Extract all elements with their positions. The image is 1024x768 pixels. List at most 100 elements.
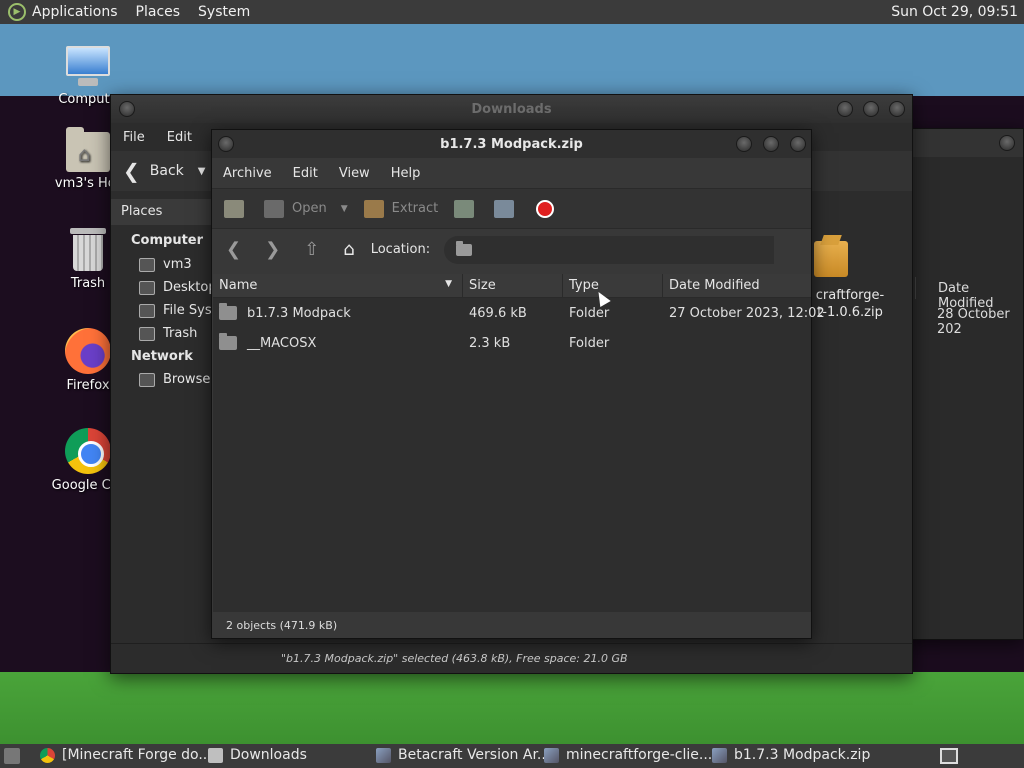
minimize-icon[interactable] (837, 101, 853, 117)
zip-file-icon[interactable] (814, 241, 848, 277)
computer-icon (64, 46, 112, 88)
places-menu[interactable]: Places (136, 4, 181, 20)
archive-icon (712, 747, 727, 763)
window-menu-icon[interactable] (218, 136, 234, 152)
home-folder-icon: ⌂ (66, 127, 110, 172)
up-arrow-icon[interactable]: ⇧ (304, 239, 319, 260)
menu-file[interactable]: File (123, 130, 145, 145)
workspace-switcher-icon[interactable] (940, 748, 958, 764)
close-icon[interactable] (889, 101, 905, 117)
new-archive-icon[interactable] (224, 199, 244, 218)
stop-icon[interactable] (536, 199, 555, 218)
list-item[interactable]: __MACOSX 2.3 kB Folder (213, 328, 811, 358)
item-date: 27 October 2023, 12:02 (669, 305, 825, 321)
column-header-type[interactable]: Type (563, 274, 663, 297)
list-item[interactable]: b1.7.3 Modpack 469.6 kB Folder 27 Octobe… (213, 298, 825, 328)
back-button[interactable]: ❮ Back ▼ (123, 159, 205, 183)
chrome-icon (40, 747, 55, 763)
sidebar-item-browse-network[interactable]: Browse I (139, 372, 218, 387)
open-button[interactable]: Open (292, 201, 327, 216)
chevron-down-icon[interactable]: ▼ (341, 204, 348, 214)
home-icon[interactable]: ⌂ (343, 239, 354, 260)
item-name: b1.7.3 Modpack (247, 305, 351, 321)
taskbar-item-downloads[interactable]: Downloads (208, 747, 307, 763)
taskbar-item-chrome[interactable]: [Minecraft Forge do... (40, 747, 212, 763)
taskbar-item-modpack[interactable]: b1.7.3 Modpack.zip (712, 747, 870, 763)
back-label: Back (149, 163, 184, 179)
sidebar-section-computer: Computer (131, 233, 204, 248)
folder-icon (456, 240, 473, 256)
distro-logo-icon[interactable]: ▶ (8, 3, 26, 21)
menu-edit[interactable]: Edit (293, 166, 318, 181)
folder-icon (208, 747, 223, 763)
maximize-icon[interactable] (863, 101, 879, 117)
column-header-date[interactable]: Date Modified (915, 277, 1024, 311)
applications-menu[interactable]: Applications (32, 4, 118, 20)
back-arrow-icon: ❮ (123, 159, 140, 183)
minimize-icon[interactable] (736, 136, 752, 152)
location-label: Location: (370, 242, 431, 257)
window-menu-icon[interactable] (119, 101, 135, 117)
taskbar-item-label: [Minecraft Forge do... (62, 747, 212, 763)
window-button-icon[interactable] (999, 135, 1015, 151)
window-title: b1.7.3 Modpack.zip (440, 136, 583, 152)
system-menu[interactable]: System (198, 4, 250, 20)
taskbar-item-label: b1.7.3 Modpack.zip (734, 747, 871, 763)
sidebar-item-label: File Syst (163, 303, 217, 318)
sidebar-section-network: Network (131, 349, 193, 364)
window-titlebar[interactable]: Downloads (111, 95, 912, 123)
location-field[interactable] (444, 235, 775, 264)
trash-icon (70, 228, 106, 272)
window-titlebar[interactable] (901, 129, 1023, 157)
chevron-down-icon[interactable]: ▼ (198, 166, 206, 177)
show-desktop-icon[interactable] (4, 748, 20, 764)
extract-icon[interactable] (363, 199, 384, 218)
file-list: Name ▼ Size Type Date Modified b1.7.3 Mo… (213, 274, 825, 614)
archive-manager-window[interactable]: b1.7.3 Modpack.zip Archive Edit View Hel… (211, 129, 825, 639)
file-name-line: craftforge- (815, 288, 885, 303)
desktop-icon (139, 280, 155, 295)
sidebar-item-filesystem[interactable]: File Syst (139, 303, 217, 318)
archive-icon (376, 747, 391, 763)
taskbar-item-label: minecraftforge-clie... (566, 747, 713, 763)
menu-archive[interactable]: Archive (223, 166, 272, 181)
open-icon[interactable] (264, 199, 284, 218)
sidebar-item-trash[interactable]: Trash (139, 326, 197, 341)
sidebar-item-desktop[interactable]: Desktop (139, 280, 217, 295)
column-header-name[interactable]: Name ▼ (213, 274, 463, 297)
drive-icon (139, 303, 155, 318)
column-header-size[interactable]: Size (463, 274, 563, 297)
taskbar-item-betacraft[interactable]: Betacraft Version Ar... (376, 747, 550, 763)
extract-button[interactable]: Extract (392, 201, 439, 216)
item-type: Folder (569, 335, 610, 351)
status-bar: 2 objects (471.9 kB) (212, 612, 811, 638)
background-file-window[interactable]: Date Modified 28 October 202 (900, 128, 1024, 640)
top-panel: ▶ Applications Places System Sun Oct 29,… (0, 0, 1024, 24)
taskbar: [Minecraft Forge do... Downloads Betacra… (0, 744, 1024, 768)
menu-view[interactable]: View (339, 166, 370, 181)
add-files-icon[interactable] (454, 199, 475, 218)
wallpaper-sky (0, 24, 1024, 96)
taskbar-item-label: Downloads (230, 747, 307, 763)
clock[interactable]: Sun Oct 29, 09:51 (891, 4, 1018, 20)
window-titlebar[interactable]: b1.7.3 Modpack.zip (212, 130, 811, 158)
maximize-icon[interactable] (763, 136, 779, 152)
sort-down-icon: ▼ (445, 279, 452, 289)
back-arrow-icon[interactable]: ❮ (226, 239, 241, 260)
sidebar-item-label: vm3 (163, 257, 192, 272)
menubar: Archive Edit View Help (212, 158, 811, 188)
close-icon[interactable] (790, 136, 806, 152)
forward-arrow-icon[interactable]: ❯ (265, 239, 280, 260)
taskbar-item-minecraftforge[interactable]: minecraftforge-clie... (544, 747, 712, 763)
column-header-date[interactable]: Date Modified (663, 274, 811, 297)
menu-help[interactable]: Help (391, 166, 421, 181)
taskbar-item-label: Betacraft Version Ar... (398, 747, 551, 763)
network-icon (139, 372, 155, 387)
sidebar-item-home[interactable]: vm3 (139, 257, 192, 272)
menu-edit[interactable]: Edit (167, 130, 192, 145)
wallpaper-grass (0, 672, 1024, 744)
sidebar-item-label: Trash (163, 326, 198, 341)
toolbar: Open ▼ Extract (212, 188, 811, 228)
add-folder-icon[interactable] (494, 199, 515, 218)
home-icon (139, 257, 155, 272)
